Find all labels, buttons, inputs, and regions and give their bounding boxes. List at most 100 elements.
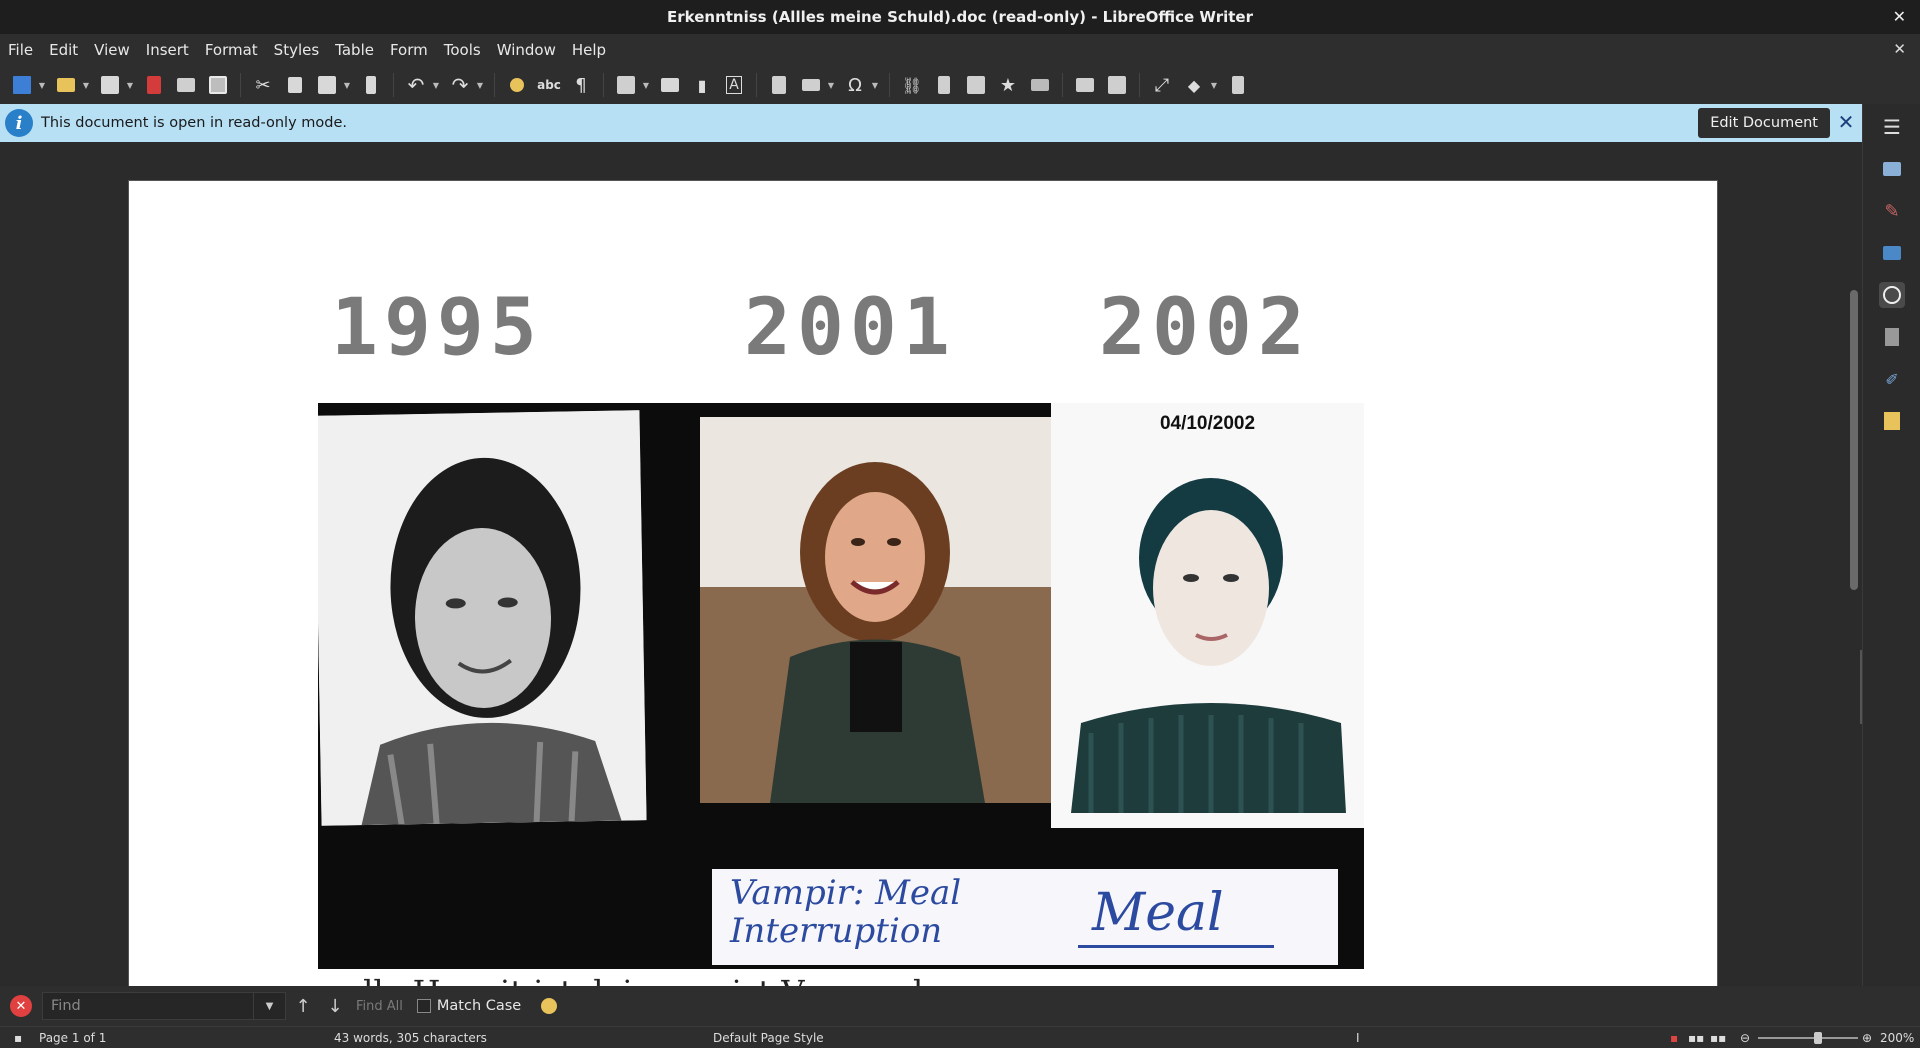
menu-view[interactable]: View (86, 41, 138, 59)
sidebar-menu-icon[interactable]: ☰ (1879, 114, 1905, 140)
edit-document-button[interactable]: Edit Document (1698, 108, 1830, 138)
view-layout-single-icon[interactable]: ▪ (1670, 1031, 1678, 1045)
style-inspector-icon[interactable]: ✐ (1879, 366, 1905, 392)
cut-icon[interactable]: ✂ (249, 71, 277, 99)
view-layout-book-icon[interactable]: ▪▪ (1710, 1031, 1726, 1045)
styles-icon[interactable]: ✎ (1879, 198, 1905, 224)
redo-dropdown-icon[interactable]: ▼ (476, 71, 484, 99)
insert-textbox-icon[interactable]: A (720, 71, 748, 99)
portrait-photo-2002: 04/10/2002 (1051, 403, 1364, 828)
insert-image-icon[interactable] (656, 71, 684, 99)
paste-icon[interactable] (313, 71, 341, 99)
toolbar-separator (756, 73, 757, 97)
menu-form[interactable]: Form (382, 41, 436, 59)
hyperlink-icon[interactable]: ⛓ (898, 71, 926, 99)
export-pdf-icon[interactable] (140, 71, 168, 99)
zoom-level[interactable]: 200% (1880, 1031, 1914, 1045)
special-character-dropdown-icon[interactable]: ▼ (871, 71, 879, 99)
close-find-bar-icon[interactable]: ✕ (10, 995, 32, 1017)
navigator-icon[interactable] (1879, 282, 1905, 308)
menu-tools[interactable]: Tools (436, 41, 489, 59)
paste-dropdown-icon[interactable]: ▼ (343, 71, 351, 99)
open-icon[interactable] (52, 71, 80, 99)
page-icon[interactable] (1879, 324, 1905, 350)
menu-window[interactable]: Window (489, 41, 564, 59)
find-replace-icon[interactable] (503, 71, 531, 99)
comment-icon[interactable] (962, 71, 990, 99)
toolbar-separator (889, 73, 890, 97)
footnote-icon[interactable] (930, 71, 958, 99)
clone-formatting-icon[interactable] (357, 71, 385, 99)
zoom-in-icon[interactable]: ⊕ (1862, 1031, 1872, 1045)
page-count[interactable]: Page 1 of 1 (39, 1031, 106, 1045)
save-icon[interactable] (96, 71, 124, 99)
formatting-marks-icon[interactable]: ¶ (567, 71, 595, 99)
find-previous-icon[interactable]: ↑ (288, 992, 318, 1020)
menu-edit[interactable]: Edit (41, 41, 86, 59)
insert-field-icon[interactable] (797, 71, 825, 99)
find-replace-options-icon[interactable] (537, 994, 561, 1018)
insert-table-icon[interactable] (612, 71, 640, 99)
text-cursor-icon: I (1356, 1031, 1360, 1045)
infobar-close-icon[interactable]: ✕ (1834, 110, 1858, 134)
spelling-icon[interactable]: abc (535, 71, 563, 99)
basic-shapes-icon[interactable]: ◆ (1180, 71, 1208, 99)
special-character-icon[interactable]: Ω (841, 71, 869, 99)
photo-collage: 04/10/2002 Vampir: Meal Interruption Mea… (318, 403, 1364, 969)
insert-chart-icon[interactable]: ▮ (688, 71, 716, 99)
zoom-slider-handle[interactable] (1814, 1032, 1822, 1044)
info-icon: i (5, 109, 33, 137)
read-only-infobar: i This document is open in read-only mod… (0, 104, 1862, 142)
undo-icon[interactable]: ↶ (402, 71, 430, 99)
new-document-icon[interactable] (8, 71, 36, 99)
window-close-icon[interactable]: ✕ (1893, 7, 1906, 26)
gallery-icon[interactable] (1879, 240, 1905, 266)
field-dropdown-icon[interactable]: ▼ (827, 71, 835, 99)
manage-changes-icon[interactable] (1879, 408, 1905, 434)
bookmark-icon[interactable]: ★ (994, 71, 1022, 99)
open-dropdown-icon[interactable]: ▼ (82, 71, 90, 99)
view-layout-multi-icon[interactable]: ▪▪ (1688, 1031, 1704, 1045)
redo-icon[interactable]: ↷ (446, 71, 474, 99)
print-preview-icon[interactable] (204, 71, 232, 99)
word-count[interactable]: 43 words, 305 characters (334, 1031, 487, 1045)
toolbar-separator (240, 73, 241, 97)
show-changes-icon[interactable] (1103, 71, 1131, 99)
menu-styles[interactable]: Styles (266, 41, 328, 59)
menu-insert[interactable]: Insert (138, 41, 197, 59)
menu-file[interactable]: File (0, 41, 41, 59)
portrait-photo-2001 (700, 417, 1054, 803)
draw-functions-icon[interactable] (1224, 71, 1252, 99)
year-2002: 2002 (1099, 283, 1311, 373)
zoom-out-icon[interactable]: ⊖ (1740, 1031, 1750, 1045)
zoom-slider[interactable] (1758, 1037, 1858, 1039)
menu-table[interactable]: Table (327, 41, 382, 59)
document-page[interactable]: 1995 2001 2002 04/10/2002 Vampir: Meal I… (128, 180, 1718, 986)
sidebar-resize-handle[interactable] (1860, 650, 1862, 724)
vertical-scrollbar[interactable] (1850, 290, 1858, 590)
save-dropdown-icon[interactable]: ▼ (126, 71, 134, 99)
new-dropdown-icon[interactable]: ▼ (38, 71, 46, 99)
document-area[interactable]: 1995 2001 2002 04/10/2002 Vampir: Meal I… (0, 142, 1862, 986)
page-style[interactable]: Default Page Style (713, 1031, 824, 1045)
insert-page-break-icon[interactable] (765, 71, 793, 99)
menu-help[interactable]: Help (564, 41, 614, 59)
match-case-label: Match Case (436, 998, 522, 1014)
match-case-checkbox[interactable]: Match Case (416, 998, 522, 1014)
find-history-dropdown-icon[interactable]: ▼ (254, 992, 286, 1020)
print-icon[interactable] (172, 71, 200, 99)
properties-icon[interactable] (1879, 156, 1905, 182)
menu-format[interactable]: Format (197, 41, 266, 59)
copy-icon[interactable] (281, 71, 309, 99)
line-icon[interactable]: ⤢ (1148, 71, 1176, 99)
undo-dropdown-icon[interactable]: ▼ (432, 71, 440, 99)
find-input[interactable] (42, 992, 254, 1020)
status-bar: ▪ Page 1 of 1 43 words, 305 characters D… (0, 1026, 1920, 1048)
shapes-dropdown-icon[interactable]: ▼ (1210, 71, 1218, 99)
find-next-icon[interactable]: ↓ (320, 992, 350, 1020)
find-all-button[interactable]: Find All (356, 999, 403, 1014)
cross-reference-icon[interactable] (1026, 71, 1054, 99)
table-dropdown-icon[interactable]: ▼ (642, 71, 650, 99)
track-changes-icon[interactable] (1071, 71, 1099, 99)
document-close-icon[interactable]: ✕ (1893, 40, 1906, 58)
